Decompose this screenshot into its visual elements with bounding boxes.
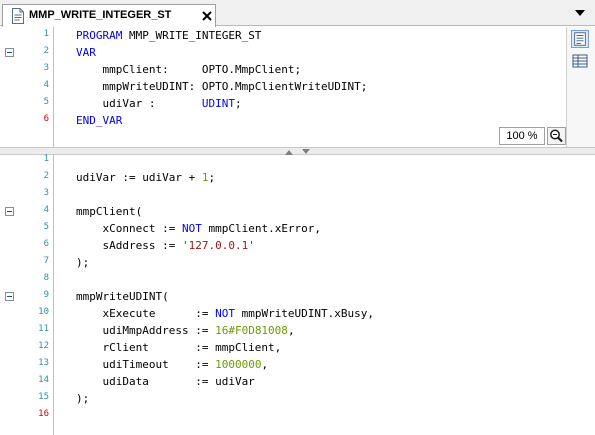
implementation-editor[interactable]: 1 2 3 4 5 6 7 8 9 10 11 12 13 14 15 16 udiVar := udiVar… — [0, 154, 595, 435]
text-view-icon[interactable] — [571, 30, 589, 48]
code-line[interactable]: mmpWriteUDINT: OPTO.MmpClientWriteUDINT; — [76, 78, 367, 95]
tab-title: MMP_WRITE_INTEGER_ST — [29, 9, 172, 21]
code-token: ; — [208, 171, 216, 184]
keyword-token: UDINT — [201, 97, 235, 110]
line-number: 4 — [43, 205, 49, 215]
line-number: 6 — [43, 239, 49, 249]
code-line[interactable]: sAddress := '127.0.0.1' — [76, 237, 255, 254]
code-token: mmpWriteUDINT( — [76, 290, 169, 303]
line-number-gutter: 1 2 3 4 5 6 7 8 9 10 11 12 13 14 15 16 — [0, 154, 54, 435]
tab-mmp-write-integer-st[interactable]: MMP_WRITE_INTEGER_ST — [2, 4, 216, 27]
code-line[interactable]: udiVar := udiVar + 1; — [76, 169, 215, 186]
line-number: 2 — [43, 171, 49, 181]
fold-toggle-icon[interactable] — [5, 207, 14, 216]
code-line[interactable]: mmpClient( — [76, 203, 142, 220]
zoom-level[interactable]: 100 % — [499, 127, 545, 145]
line-number-gutter: 1 2 3 4 5 6 — [0, 27, 54, 147]
code-token: udiVar : — [76, 97, 202, 110]
line-number: 9 — [43, 290, 49, 300]
code-line[interactable]: xExecute := NOT mmpWriteUDINT.xBusy, — [76, 305, 374, 322]
fold-toggle-icon[interactable] — [5, 48, 14, 57]
line-number: 5 — [43, 222, 49, 232]
line-number: 5 — [43, 97, 49, 107]
code-token: xExecute := — [76, 307, 216, 320]
line-number: 6 — [43, 114, 49, 124]
code-token: rClient := mmpClient, — [76, 341, 282, 354]
code-token: udiVar := udiVar + — [76, 171, 202, 184]
string-token: '127.0.0.1' — [181, 239, 255, 252]
line-number: 14 — [38, 375, 49, 385]
line-number: 2 — [43, 46, 49, 56]
code-line[interactable]: rClient := mmpClient, — [76, 339, 281, 356]
keyword-token: END_VAR — [76, 114, 123, 127]
code-line[interactable]: udiData := udiVar — [76, 373, 255, 390]
zoom-icon[interactable] — [547, 127, 566, 145]
line-number: 8 — [43, 273, 49, 283]
code-token: mmpWriteUDINT.xBusy, — [234, 307, 375, 320]
line-number: 1 — [43, 154, 49, 164]
line-number: 13 — [38, 358, 49, 368]
fold-toggle-icon[interactable] — [5, 292, 14, 301]
code-line[interactable]: udiTimeout := 1000000, — [76, 356, 268, 373]
code-line[interactable]: ); — [76, 254, 89, 271]
chevron-down-icon[interactable] — [575, 10, 585, 16]
keyword-token: VAR — [76, 46, 96, 59]
table-view-icon[interactable] — [571, 52, 589, 70]
keyword-token: PROGRAM — [76, 29, 123, 42]
number-token: 16#F0D81008 — [215, 324, 288, 337]
code-token: , — [261, 358, 269, 371]
line-number: 16 — [38, 409, 49, 419]
code-token: xConnect := — [76, 222, 182, 235]
code-token: MMP_WRITE_INTEGER_ST — [122, 29, 262, 42]
line-number: 12 — [38, 341, 49, 351]
code-line[interactable]: mmpWriteUDINT( — [76, 288, 169, 305]
code-token: udiData := udiVar — [76, 375, 255, 388]
line-number: 10 — [38, 307, 49, 317]
code-line[interactable]: xConnect := NOT mmpClient.xError, — [76, 220, 321, 237]
document-icon — [12, 8, 24, 24]
line-number: 11 — [38, 324, 49, 334]
code-line[interactable]: udiVar : UDINT; — [76, 95, 242, 112]
close-icon[interactable] — [201, 10, 213, 22]
code-token: sAddress := — [76, 239, 182, 252]
code-token: ; — [234, 97, 242, 110]
code-token: ); — [76, 392, 90, 405]
code-line[interactable]: VAR — [76, 44, 96, 61]
line-number: 3 — [43, 188, 49, 198]
code-token: mmpClient.xError, — [201, 222, 322, 235]
code-line[interactable]: udiMmpAddress := 16#F0D81008, — [76, 322, 295, 339]
code-line[interactable]: mmpClient: OPTO.MmpClient; — [76, 61, 301, 78]
declaration-editor[interactable]: 1 2 3 4 5 6 PROGRAM MMP_WRITE_INTEGER_ST VAR m… — [0, 27, 595, 147]
code-token: ); — [76, 256, 90, 269]
code-token: mmpWriteUDINT: OPTO.MmpClientWriteUDINT; — [76, 80, 368, 93]
pane-splitter[interactable] — [0, 147, 595, 155]
code-token: mmpClient: OPTO.MmpClient; — [76, 63, 302, 76]
editor-tab-strip: MMP_WRITE_INTEGER_ST — [0, 0, 595, 27]
line-number: 7 — [43, 256, 49, 266]
code-line[interactable]: PROGRAM MMP_WRITE_INTEGER_ST — [76, 27, 261, 44]
code-token: mmpClient( — [76, 205, 143, 218]
line-number: 1 — [43, 29, 49, 39]
code-token: udiMmpAddress := — [76, 324, 216, 337]
line-number: 4 — [43, 80, 49, 90]
number-token: 1000000 — [215, 358, 262, 371]
keyword-token: NOT — [181, 222, 202, 235]
view-toolbar — [566, 27, 595, 147]
code-token: udiTimeout := — [76, 358, 216, 371]
code-line[interactable]: ); — [76, 390, 89, 407]
line-number: 3 — [43, 63, 49, 73]
code-line[interactable]: END_VAR — [76, 112, 122, 129]
code-token: , — [287, 324, 295, 337]
line-number: 15 — [38, 392, 49, 402]
keyword-token: NOT — [215, 307, 235, 320]
